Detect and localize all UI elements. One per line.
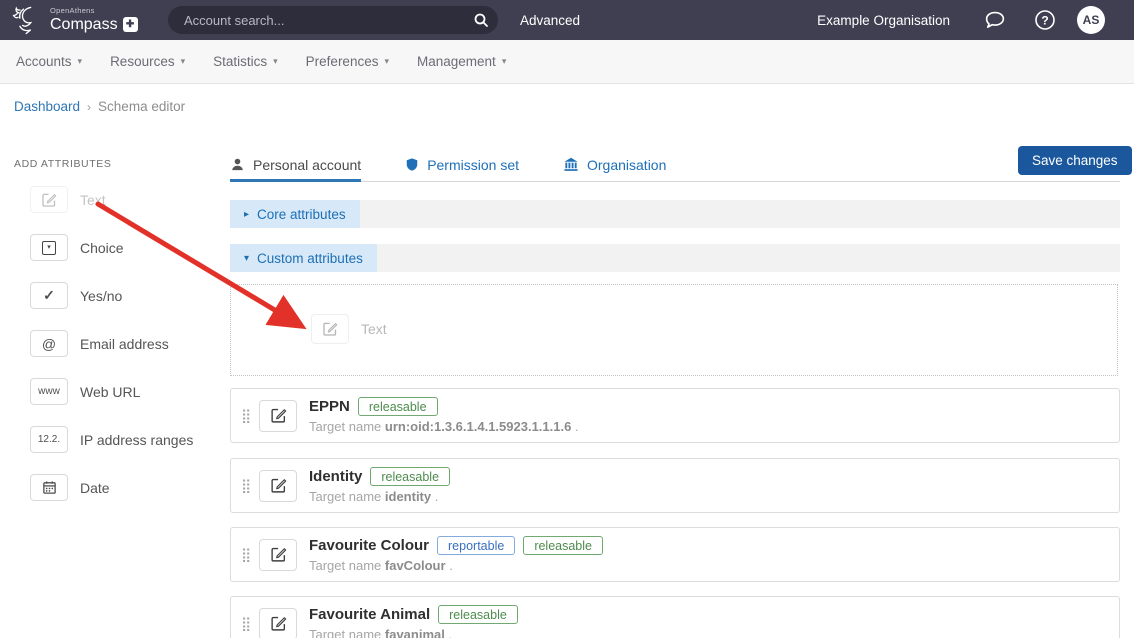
releasable-badge: releasable <box>523 536 603 555</box>
palette-item-choice[interactable]: ▾ Choice <box>30 234 220 261</box>
advanced-search-link[interactable]: Advanced <box>520 0 580 40</box>
attribute-title: Favourite Colour <box>309 537 429 554</box>
releasable-badge: releasable <box>370 467 450 486</box>
triangle-down-icon: ▾ <box>244 253 249 264</box>
pencil-icon <box>270 477 287 494</box>
nav-preferences[interactable]: Preferences▾ <box>306 54 389 69</box>
breadcrumb-current: Schema editor <box>98 99 185 114</box>
drag-handle-icon[interactable]: ⣿ <box>241 407 251 424</box>
dropdown-icon: ▾ <box>30 234 68 261</box>
chevron-down-icon: ▾ <box>78 56 83 67</box>
brand-compass: Compass <box>50 17 118 33</box>
pencil-icon <box>311 314 349 344</box>
attribute-row-favourite-animal: ⣿ Favourite Animal releasable Target nam… <box>230 596 1120 638</box>
custom-attributes-toggle[interactable]: ▾ Custom attributes <box>230 244 377 272</box>
edit-attribute-button[interactable] <box>259 608 297 638</box>
pencil-icon <box>270 407 287 424</box>
chevron-down-icon: ▾ <box>273 56 278 67</box>
tab-organisation[interactable]: Organisation <box>563 148 666 181</box>
target-name-line: Target name identity . <box>309 489 450 504</box>
main-nav: Accounts▾ Resources▾ Statistics▾ Prefere… <box>0 40 1134 84</box>
palette-item-text[interactable]: Text <box>30 186 220 213</box>
user-avatar[interactable]: AS <box>1077 6 1105 34</box>
chevron-down-icon: ▾ <box>181 56 186 67</box>
chevron-down-icon: ▾ <box>502 56 507 67</box>
search-button[interactable] <box>464 6 498 34</box>
person-icon <box>230 157 245 172</box>
attribute-title: Identity <box>309 468 362 485</box>
pencil-icon <box>30 186 68 213</box>
drag-handle-icon[interactable]: ⣿ <box>241 546 251 563</box>
attribute-row-identity: ⣿ Identity releasable Target name identi… <box>230 458 1120 513</box>
drag-handle-icon[interactable]: ⣿ <box>241 615 251 632</box>
organisation-name: Example Organisation <box>817 0 950 40</box>
tab-permission-set[interactable]: Permission set <box>405 148 519 181</box>
search-icon <box>473 12 489 28</box>
top-header: OpenAthens Compass ✚ Advanced Example Or… <box>0 0 1134 40</box>
attribute-dropzone[interactable]: Text <box>230 284 1118 376</box>
breadcrumb-dashboard-link[interactable]: Dashboard <box>14 99 80 114</box>
attribute-row-eppn: ⣿ EPPN releasable Target name urn:oid:1.… <box>230 388 1120 443</box>
nav-accounts[interactable]: Accounts▾ <box>16 54 82 69</box>
tab-personal-account[interactable]: Personal account <box>230 148 361 181</box>
chat-icon[interactable] <box>984 9 1006 31</box>
palette-item-yesno[interactable]: ✓ Yes/no <box>30 282 220 309</box>
edit-attribute-button[interactable] <box>259 400 297 432</box>
attribute-palette: Text ▾ Choice ✓ Yes/no @ Email address w… <box>0 186 220 522</box>
shield-icon <box>405 157 419 172</box>
owl-logo-icon <box>10 2 46 38</box>
section-core-attributes: ▸ Core attributes <box>230 200 1120 228</box>
compass-plus-icon: ✚ <box>123 17 138 32</box>
attribute-title: Favourite Animal <box>309 606 430 623</box>
palette-item-email[interactable]: @ Email address <box>30 330 220 357</box>
add-attributes-heading: ADD ATTRIBUTES <box>14 158 111 170</box>
edit-attribute-button[interactable] <box>259 539 297 571</box>
nav-resources[interactable]: Resources▾ <box>110 54 185 69</box>
breadcrumb: Dashboard › Schema editor <box>14 99 185 114</box>
target-name-line: Target name urn:oid:1.3.6.1.4.1.5923.1.1… <box>309 419 579 434</box>
palette-item-date[interactable]: Date <box>30 474 220 501</box>
schema-editor-page: OpenAthens Compass ✚ Advanced Example Or… <box>0 0 1134 638</box>
triangle-right-icon: ▸ <box>244 209 249 220</box>
pencil-icon <box>270 546 287 563</box>
account-search <box>168 6 498 34</box>
releasable-badge: releasable <box>358 397 438 416</box>
calendar-icon <box>30 474 68 501</box>
pencil-icon <box>270 615 287 632</box>
attribute-title: EPPN <box>309 398 350 415</box>
www-icon: www <box>30 378 68 405</box>
nav-statistics[interactable]: Statistics▾ <box>213 54 278 69</box>
ip-icon: 12.2. <box>30 426 68 453</box>
drag-handle-icon[interactable]: ⣿ <box>241 477 251 494</box>
palette-item-ip[interactable]: 12.2. IP address ranges <box>30 426 220 453</box>
account-search-input[interactable] <box>168 13 464 28</box>
chevron-down-icon: ▾ <box>384 56 389 67</box>
dragged-text-attribute-ghost: Text <box>311 314 387 344</box>
target-name-line: Target name favanimal . <box>309 627 518 638</box>
openathens-logo[interactable]: OpenAthens Compass ✚ <box>10 2 138 38</box>
reportable-badge: reportable <box>437 536 515 555</box>
breadcrumb-separator: › <box>87 100 91 114</box>
core-attributes-toggle[interactable]: ▸ Core attributes <box>230 200 360 228</box>
target-name-line: Target name favColour . <box>309 558 603 573</box>
nav-management[interactable]: Management▾ <box>417 54 506 69</box>
save-changes-button[interactable]: Save changes <box>1018 146 1132 175</box>
help-icon[interactable]: ? <box>1034 9 1056 31</box>
bank-icon <box>563 157 579 172</box>
svg-text:?: ? <box>1041 14 1048 28</box>
schema-tabs: Personal account Permission set Organisa… <box>230 148 1120 182</box>
at-icon: @ <box>30 330 68 357</box>
palette-item-weburl[interactable]: www Web URL <box>30 378 220 405</box>
section-custom-attributes: ▾ Custom attributes <box>230 244 1120 272</box>
check-icon: ✓ <box>30 282 68 309</box>
releasable-badge: releasable <box>438 605 518 624</box>
brand-openathens: OpenAthens <box>50 7 138 15</box>
attribute-row-favourite-colour: ⣿ Favourite Colour reportable releasable… <box>230 527 1120 582</box>
edit-attribute-button[interactable] <box>259 470 297 502</box>
